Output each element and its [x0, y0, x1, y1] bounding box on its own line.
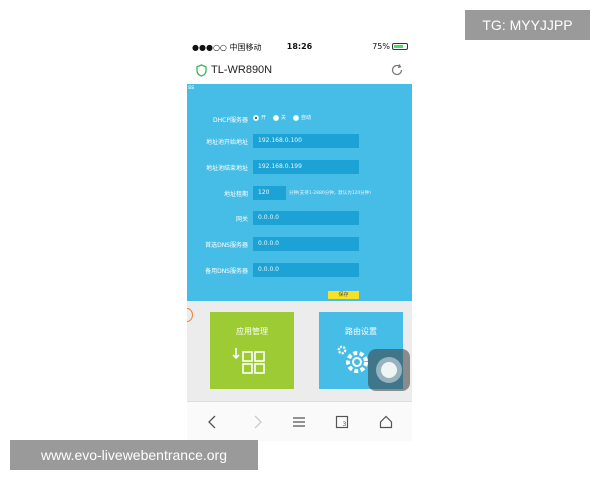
back-icon[interactable] — [207, 415, 219, 429]
browser-nav-bar: 3 — [187, 401, 412, 441]
dhcp-option-auto[interactable]: 自动 — [293, 114, 311, 121]
corner-text: ss — [188, 84, 195, 91]
battery-icon — [392, 43, 408, 50]
end-ip-row: 地址池结束地址 192.168.0.199 — [187, 160, 412, 174]
refresh-icon[interactable] — [390, 63, 404, 77]
radio-checked-icon — [253, 114, 259, 121]
forward-icon[interactable] — [251, 415, 263, 429]
partial-circle-icon — [187, 308, 193, 322]
svg-text:3: 3 — [343, 421, 347, 428]
telegram-watermark: TG: MYYJJPP — [465, 10, 590, 40]
dhcp-option-on[interactable]: 开 — [253, 114, 266, 121]
app-title: TL-WR890N — [211, 64, 273, 76]
start-ip-label: 地址池开始地址 — [205, 139, 248, 146]
apps-grid-icon — [232, 348, 265, 374]
app-management-tile[interactable]: 应用管理 — [210, 312, 294, 389]
dns1-input[interactable]: 0.0.0.0 — [253, 237, 359, 251]
gateway-label: 网关 — [235, 216, 248, 223]
battery-indicator: 75% — [372, 42, 408, 51]
home-icon[interactable] — [379, 415, 393, 429]
start-ip-row: 地址池开始地址 192.168.0.100 — [187, 134, 412, 148]
assistive-touch-button[interactable] — [368, 349, 410, 391]
router-settings-label: 路由设置 — [345, 327, 377, 336]
gateway-input[interactable]: 0.0.0.0 — [253, 211, 359, 225]
dns2-input[interactable]: 0.0.0.0 — [253, 263, 359, 277]
phone-screen: ●●●○○ 中国移动 18:26 75% TL-WR890N ss DHCP服务… — [187, 36, 412, 441]
app-management-label: 应用管理 — [236, 327, 268, 336]
dns2-label: 备用DNS服务器 — [205, 268, 248, 275]
dns2-row: 备用DNS服务器 0.0.0.0 — [187, 263, 412, 277]
dns1-label: 首选DNS服务器 — [205, 242, 248, 249]
shield-icon — [196, 64, 207, 77]
radio-icon — [293, 114, 300, 121]
lease-hint: 分钟(支持1-2880分钟，默认为120分钟) — [289, 191, 372, 196]
start-ip-input[interactable]: 192.168.0.100 — [253, 134, 359, 148]
lease-label: 地址租期 — [223, 191, 248, 198]
status-bar: ●●●○○ 中国移动 18:26 75% — [187, 36, 412, 58]
tabs-icon[interactable]: 3 — [335, 415, 349, 429]
dns1-row: 首选DNS服务器 0.0.0.0 — [187, 237, 412, 251]
save-button[interactable]: 保存 — [328, 291, 359, 299]
battery-percent: 75% — [372, 42, 390, 51]
lease-row: 地址租期 120 分钟(支持1-2880分钟，默认为120分钟) — [187, 186, 412, 200]
radio-icon — [273, 114, 280, 121]
menu-icon[interactable] — [292, 415, 306, 429]
end-ip-input[interactable]: 192.168.0.199 — [253, 160, 359, 174]
lease-input[interactable]: 120 — [253, 186, 286, 200]
dhcp-row: DHCP服务器 开 关 自动 — [187, 112, 412, 126]
dhcp-option-off[interactable]: 关 — [273, 114, 286, 121]
end-ip-label: 地址池结束地址 — [205, 165, 248, 172]
dhcp-settings-panel: ss DHCP服务器 开 关 自动 地址池开始地址 192.168.0.100 … — [187, 84, 412, 301]
url-watermark: www.evo-livewebentrance.org — [10, 440, 258, 470]
app-title-bar: TL-WR890N — [187, 58, 412, 84]
dhcp-label: DHCP服务器 — [213, 117, 248, 124]
gateway-row: 网关 0.0.0.0 — [187, 211, 412, 225]
dhcp-radio-group: 开 关 自动 — [253, 114, 311, 121]
